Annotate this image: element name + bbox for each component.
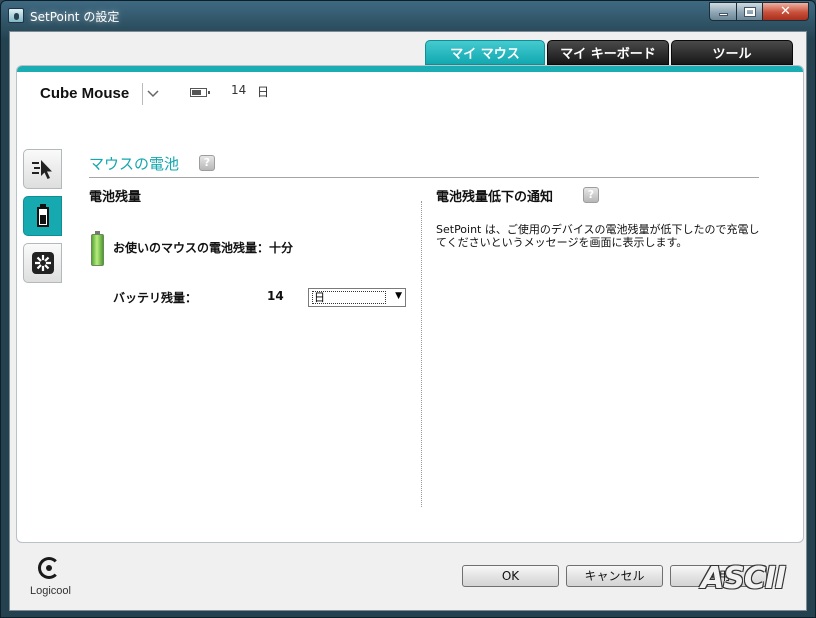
close-button[interactable]: ✕ <box>762 2 809 21</box>
battery-heading: 電池残量 <box>89 190 142 205</box>
tab-my-keyboard[interactable]: マイ キーボード <box>547 40 669 65</box>
close-icon: ✕ <box>780 4 791 19</box>
logo-text: Logicool <box>30 585 71 597</box>
logicool-logo-mark <box>38 557 60 579</box>
section-title: マウスの電池 <box>89 155 180 173</box>
tab-tools[interactable]: ツール <box>671 40 793 65</box>
chevron-down-icon <box>146 90 159 98</box>
side-tab-pointer[interactable] <box>23 149 62 189</box>
panel-accent-bar <box>17 66 803 72</box>
side-tab-settings[interactable] <box>23 243 62 283</box>
battery-icon <box>36 204 49 227</box>
main-tabs: マイ マウス マイ キーボード ツール <box>425 40 793 65</box>
setpoint-app-icon <box>8 8 24 23</box>
battery-unit-value: 日 <box>312 291 386 304</box>
battery-status-text: お使いのマウスの電池残量：十分 <box>113 241 294 255</box>
title-bar[interactable]: SetPoint の設定 ✕ <box>1 1 815 31</box>
battery-level-label: バッテリ残量： <box>113 291 198 305</box>
notification-help-button[interactable]: ? <box>583 187 599 203</box>
minimize-button[interactable] <box>709 2 736 21</box>
client-area: マイ マウス マイ キーボード ツール Cube Mouse 14 日 マウスの… <box>9 31 807 611</box>
side-tabs <box>23 149 67 290</box>
side-tab-battery[interactable] <box>23 196 62 236</box>
notification-description: SetPoint は、ご使用のデバイスの電池残量が低下したので充電してくださいと… <box>436 223 760 249</box>
tab-my-mouse[interactable]: マイ マウス <box>425 40 545 65</box>
pointer-speed-icon <box>31 160 52 179</box>
window-controls: ✕ <box>709 2 809 22</box>
ok-button[interactable]: OK <box>462 565 559 587</box>
settings-panel: Cube Mouse 14 日 マウスの電池 ? 電池残量 電池残量低下の通知 … <box>16 65 804 543</box>
setpoint-window: SetPoint の設定 ✕ マイ マウス マイ キーボード ツール Cube … <box>0 0 816 618</box>
battery-level-icon <box>91 231 104 266</box>
section-help-button[interactable]: ? <box>199 155 215 171</box>
maximize-button[interactable] <box>736 2 762 21</box>
battery-days-unit: 日 <box>257 85 270 99</box>
section-divider <box>89 177 759 178</box>
battery-unit-select[interactable]: 日 ▼ <box>308 288 406 307</box>
minimize-icon <box>718 13 728 16</box>
notification-heading: 電池残量低下の通知 <box>436 190 554 205</box>
logicool-logo: Logicool <box>26 555 86 603</box>
cancel-button[interactable]: キャンセル <box>566 565 663 587</box>
battery-days-count: 14 <box>231 83 247 97</box>
device-name[interactable]: Cube Mouse <box>40 85 129 102</box>
dropdown-arrow-icon: ▼ <box>395 291 402 301</box>
device-dropdown-button[interactable] <box>142 83 162 105</box>
maximize-icon <box>743 6 756 17</box>
column-divider <box>421 201 422 507</box>
window-title: SetPoint の設定 <box>30 10 120 24</box>
battery-level-value: 14 <box>267 289 284 303</box>
settings-icon <box>31 252 54 274</box>
ascii-watermark: ASCII <box>701 561 786 596</box>
battery-mini-icon <box>190 88 210 97</box>
